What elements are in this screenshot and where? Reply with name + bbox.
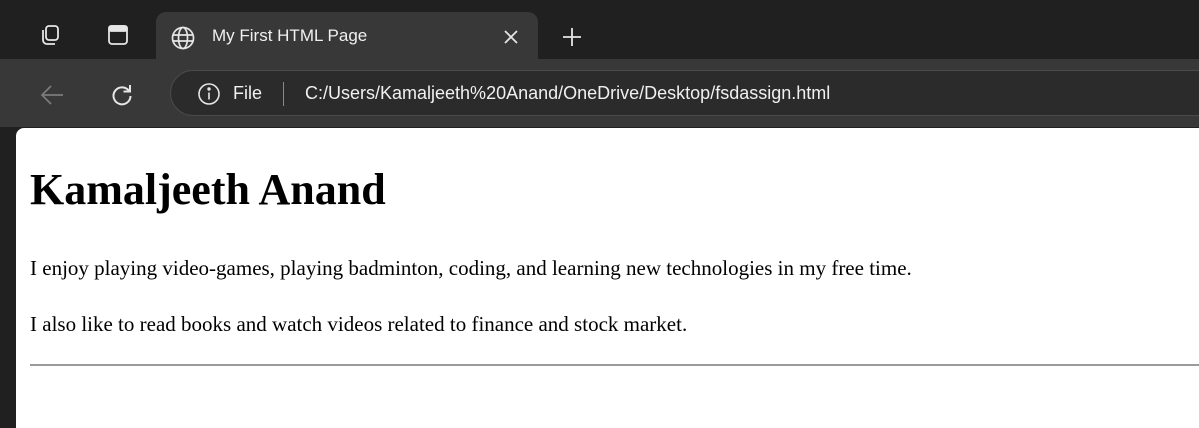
browser-window: My First HTML Page File C:/Users/Kamalje… bbox=[0, 0, 1199, 428]
new-tab-button[interactable] bbox=[554, 19, 590, 55]
page-content: Kamaljeeth Anand I enjoy playing video-g… bbox=[16, 128, 1199, 428]
file-label[interactable]: File bbox=[233, 83, 262, 104]
horizontal-rule bbox=[30, 364, 1199, 366]
paragraph-interests: I also like to read books and watch vide… bbox=[30, 312, 688, 336]
page-heading: Kamaljeeth Anand bbox=[30, 165, 386, 214]
refresh-button[interactable] bbox=[104, 77, 140, 113]
close-icon[interactable] bbox=[500, 26, 522, 48]
paragraph-hobbies: I enjoy playing video-games, playing bad… bbox=[30, 256, 912, 280]
tab-title: My First HTML Page bbox=[212, 26, 368, 45]
back-button[interactable] bbox=[34, 77, 70, 113]
info-icon[interactable] bbox=[197, 82, 221, 106]
tab-actions-icon[interactable] bbox=[100, 17, 136, 53]
tab-active[interactable]: My First HTML Page bbox=[156, 12, 538, 59]
page-viewport: Kamaljeeth Anand I enjoy playing video-g… bbox=[16, 128, 1199, 428]
address-bar[interactable]: File C:/Users/Kamaljeeth%20Anand/OneDriv… bbox=[170, 70, 1199, 116]
toolbar: File C:/Users/Kamaljeeth%20Anand/OneDriv… bbox=[0, 59, 1199, 127]
workspaces-icon[interactable] bbox=[32, 17, 68, 53]
arrow-left-icon bbox=[40, 85, 63, 105]
globe-icon bbox=[170, 25, 196, 51]
refresh-icon bbox=[112, 85, 132, 106]
tab-strip: My First HTML Page bbox=[0, 0, 1199, 59]
address-separator bbox=[283, 82, 284, 106]
url-text[interactable]: C:/Users/Kamaljeeth%20Anand/OneDrive/Des… bbox=[305, 83, 830, 104]
plus-icon bbox=[563, 28, 581, 46]
